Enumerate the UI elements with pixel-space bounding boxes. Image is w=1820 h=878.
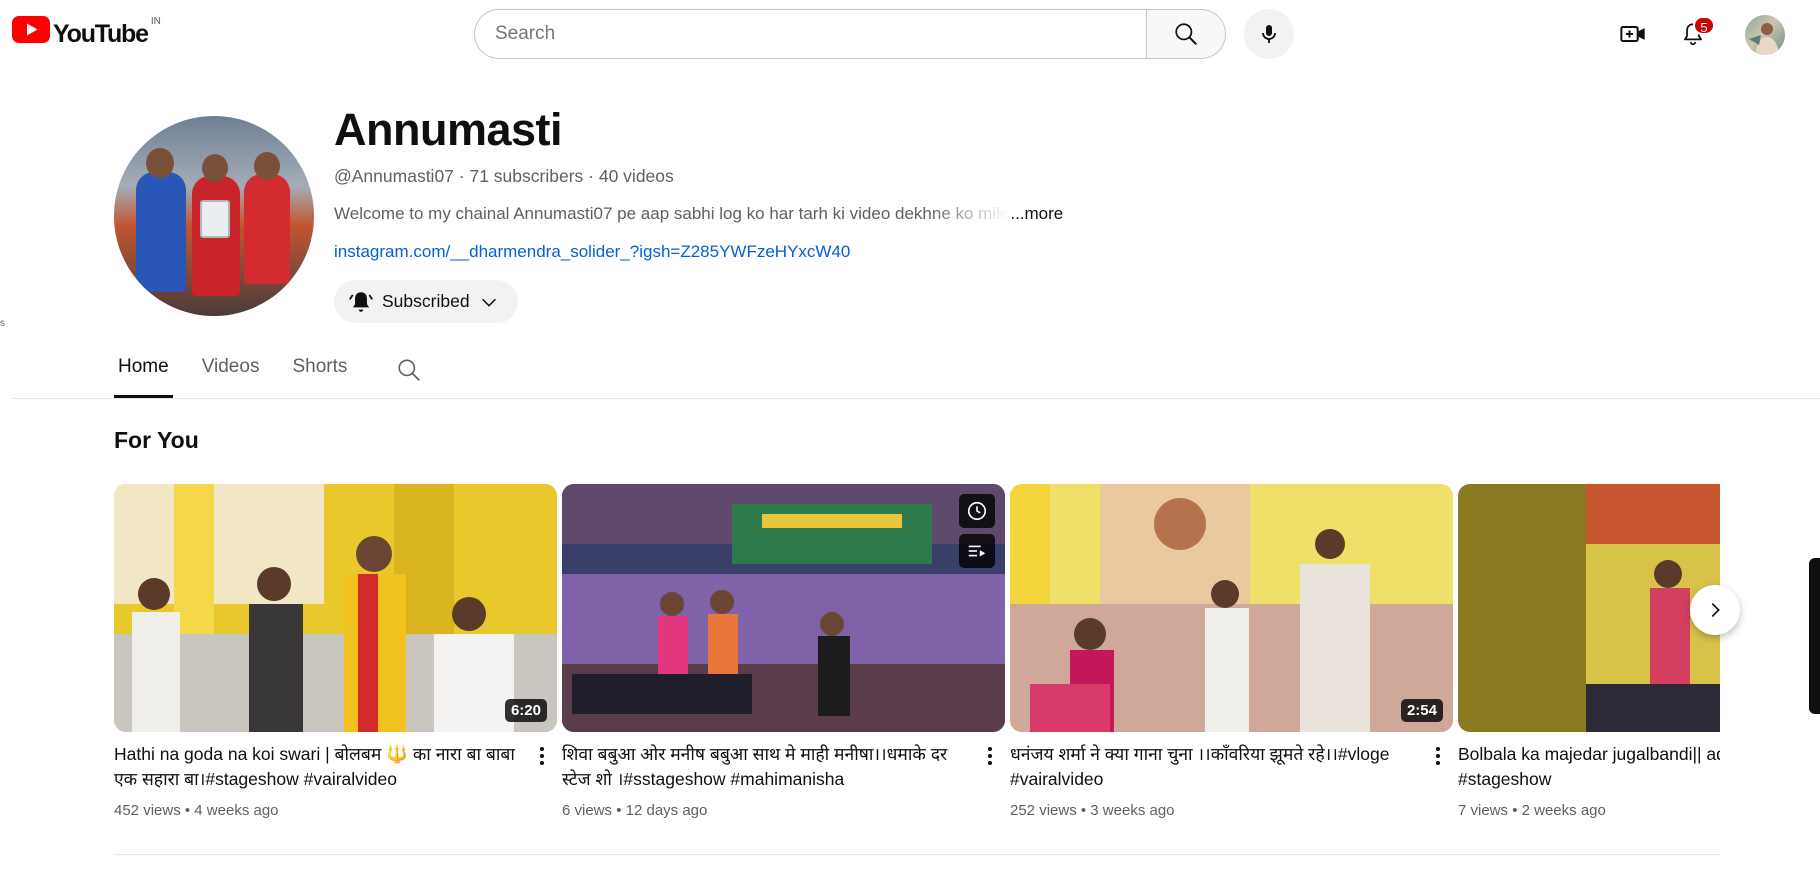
view-count: 6 views bbox=[562, 802, 613, 819]
view-count: 252 views bbox=[1010, 802, 1077, 819]
search-icon bbox=[1175, 23, 1197, 45]
video-card: 2:54 धनंजय शर्मा ने क्या गाना चुना ।।काँ… bbox=[1010, 484, 1453, 830]
video-camera-plus-icon bbox=[1620, 26, 1645, 42]
voice-search-button[interactable] bbox=[1244, 9, 1294, 59]
tab-videos[interactable]: Videos bbox=[198, 354, 264, 398]
video-menu-button[interactable] bbox=[1427, 744, 1449, 768]
queue-icon bbox=[968, 545, 986, 557]
more-vertical-icon bbox=[540, 747, 544, 765]
video-meta: 452 views • 4 weeks ago bbox=[114, 802, 279, 819]
bell-ringing-icon bbox=[349, 291, 373, 312]
meta-separator: • bbox=[612, 802, 626, 819]
video-meta: 7 views • 2 weeks ago bbox=[1458, 802, 1606, 819]
tab-shorts[interactable]: Shorts bbox=[288, 354, 351, 398]
section-title: For You bbox=[114, 427, 199, 453]
youtube-play-icon bbox=[12, 16, 50, 43]
chevron-right-icon bbox=[1711, 602, 1720, 618]
upload-age: 12 days ago bbox=[625, 802, 708, 819]
subscribed-button[interactable]: Subscribed bbox=[334, 280, 518, 323]
youtube-logo[interactable]: YouTube IN bbox=[12, 16, 161, 52]
channel-name: Annumasti bbox=[334, 104, 563, 155]
video-thumbnail[interactable]: 6:20 bbox=[114, 484, 557, 732]
add-to-queue-button[interactable] bbox=[959, 534, 995, 568]
tabs-divider bbox=[12, 398, 1820, 399]
side-panel-edge bbox=[1809, 558, 1820, 714]
video-title[interactable]: Bolbala ka majedar jugalbandi|| adhik ch… bbox=[1458, 742, 1720, 792]
channel-search-button[interactable] bbox=[394, 355, 424, 385]
view-count: 452 views bbox=[114, 802, 181, 819]
video-thumbnail[interactable]: 2:54 bbox=[1010, 484, 1453, 732]
tab-home[interactable]: Home bbox=[114, 354, 173, 398]
avatar-plaque bbox=[200, 200, 230, 238]
channel-tabs: Home Videos Shorts bbox=[114, 354, 424, 398]
more-vertical-icon bbox=[988, 747, 992, 765]
video-card: 6:20 Hathi na goda na koi swari | बोलबम … bbox=[114, 484, 557, 830]
avatar-image bbox=[1749, 23, 1779, 55]
account-avatar[interactable] bbox=[1745, 15, 1785, 55]
video-title[interactable]: Hathi na goda na koi swari | बोलबम 🔱 का … bbox=[114, 742, 524, 792]
chevron-down-icon bbox=[481, 298, 496, 307]
channel-external-link[interactable]: instagram.com/__dharmendra_solider_?igsh… bbox=[334, 242, 850, 262]
search-button[interactable] bbox=[1146, 9, 1226, 59]
avatar-figure bbox=[146, 148, 174, 178]
meta-separator: • bbox=[1076, 802, 1091, 819]
thumbnail-image bbox=[1458, 484, 1720, 732]
meta-separator: • bbox=[1508, 802, 1522, 819]
country-code: IN bbox=[150, 16, 161, 27]
video-thumbnail[interactable] bbox=[1458, 484, 1720, 732]
video-thumbnail[interactable] bbox=[562, 484, 1005, 732]
create-button[interactable] bbox=[1612, 13, 1654, 55]
video-count: 40 videos bbox=[598, 166, 674, 186]
channel-meta: @Annumasti07 · 71 subscribers · 40 video… bbox=[334, 166, 674, 187]
more-link[interactable]: ...more bbox=[1010, 204, 1063, 224]
avatar-figure bbox=[136, 172, 186, 292]
view-count: 7 views bbox=[1458, 802, 1509, 819]
masthead: YouTube IN 5 bbox=[0, 0, 1820, 66]
meta-separator: · bbox=[583, 166, 599, 186]
search-input[interactable] bbox=[474, 9, 1146, 59]
avatar-figure bbox=[244, 174, 290, 284]
video-meta: 252 views • 3 weeks ago bbox=[1010, 802, 1175, 819]
video-shelf: 6:20 Hathi na goda na koi swari | बोलबम … bbox=[114, 484, 1720, 830]
section-divider bbox=[114, 854, 1720, 855]
channel-avatar[interactable] bbox=[114, 116, 314, 316]
notification-count-badge: 5 bbox=[1693, 16, 1715, 35]
thumbnail-image bbox=[114, 484, 557, 732]
thumbnail-image bbox=[1010, 484, 1453, 732]
avatar-figure bbox=[202, 154, 228, 182]
video-title[interactable]: धनंजय शर्मा ने क्या गाना चुना ।।काँवरिया… bbox=[1010, 742, 1420, 792]
subscribed-label: Subscribed bbox=[382, 291, 470, 311]
meta-separator: · bbox=[453, 166, 470, 186]
video-card: Bolbala ka majedar jugalbandi|| adhik ch… bbox=[1458, 484, 1720, 830]
logo-wordmark: YouTube bbox=[53, 20, 149, 48]
channel-handle: @Annumasti07 bbox=[334, 166, 454, 186]
video-duration: 6:20 bbox=[504, 699, 547, 722]
meta-separator: • bbox=[180, 802, 195, 819]
microphone-icon bbox=[1262, 25, 1276, 43]
thumbnail-image bbox=[562, 484, 1005, 732]
video-card: शिवा बबुआ ओर मनीष बबुआ साथ मे माही मनीषा… bbox=[562, 484, 1005, 830]
search-icon bbox=[398, 359, 420, 381]
video-menu-button[interactable] bbox=[531, 744, 553, 768]
clock-icon bbox=[967, 501, 987, 521]
subscriber-count: 71 subscribers bbox=[469, 166, 584, 186]
watch-later-button[interactable] bbox=[959, 494, 995, 528]
video-duration: 2:54 bbox=[1400, 699, 1443, 722]
channel-description[interactable]: Welcome to my chainal Annumasti07 pe aap… bbox=[334, 204, 1063, 224]
upload-age: 4 weeks ago bbox=[194, 802, 279, 819]
video-menu-button[interactable] bbox=[979, 744, 1001, 768]
upload-age: 3 weeks ago bbox=[1090, 802, 1175, 819]
description-text: Welcome to my chainal Annumasti07 pe aap… bbox=[334, 204, 1010, 223]
search-bar bbox=[474, 9, 1226, 59]
video-meta: 6 views • 12 days ago bbox=[562, 802, 707, 819]
shelf-next-button[interactable] bbox=[1690, 585, 1740, 635]
video-title[interactable]: शिवा बबुआ ओर मनीष बबुआ साथ मे माही मनीषा… bbox=[562, 742, 972, 792]
more-vertical-icon bbox=[1436, 747, 1440, 765]
notifications-button[interactable]: 5 bbox=[1672, 13, 1715, 55]
avatar-figure bbox=[254, 152, 280, 180]
upload-age: 2 weeks ago bbox=[1521, 802, 1606, 819]
sidebar-text-fragment: s bbox=[0, 318, 5, 329]
